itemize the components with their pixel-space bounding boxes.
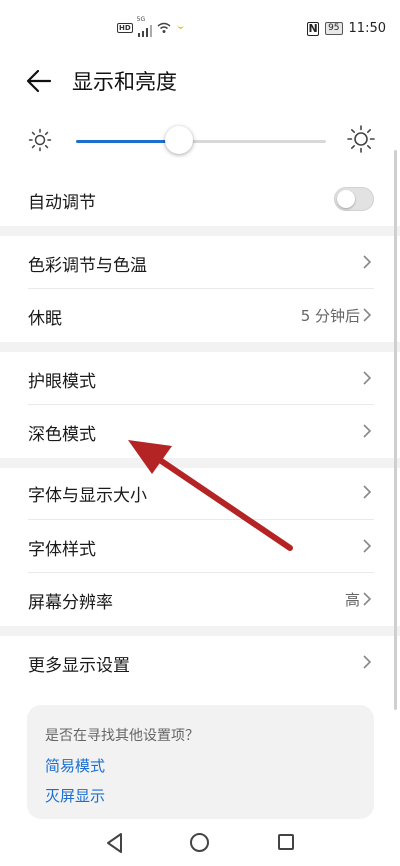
settings-item-eye-comfort[interactable]: 护眼模式: [0, 352, 400, 405]
suggestion-card: 是否在寻找其他设置项？ 简易模式 灭屏显示: [27, 705, 374, 819]
clock: 11:50: [348, 21, 386, 36]
brightness-thumb[interactable]: [164, 126, 193, 154]
brightness-slider[interactable]: [76, 140, 326, 143]
auto-adjust-row: 自动调节: [0, 173, 400, 226]
back-button[interactable]: [24, 66, 54, 96]
link-ambient-display[interactable]: 灭屏显示: [45, 785, 105, 806]
settings-item-font-style[interactable]: 字体样式: [0, 520, 400, 573]
nav-recent-icon[interactable]: [278, 834, 294, 850]
item-label: 屏幕分辨率: [28, 593, 113, 613]
settings-item-more-display[interactable]: 更多显示设置: [0, 636, 400, 689]
nfc-icon: N: [307, 21, 320, 36]
section-gap: [0, 342, 400, 352]
brightness-fill: [76, 140, 179, 143]
chevron-right-icon: [363, 592, 372, 606]
notification-icon: [176, 25, 184, 29]
suggestion-question: 是否在寻找其他设置项？: [45, 728, 199, 744]
hd-badge: HD: [117, 23, 133, 33]
network-label: 5G: [136, 16, 146, 23]
chevron-right-icon: [363, 371, 372, 385]
signal-icon: 5G: [137, 16, 153, 37]
status-right: N 95 11:50: [307, 21, 386, 36]
item-label: 字体与显示大小: [28, 486, 147, 506]
item-label: 更多显示设置: [28, 656, 130, 676]
resolution-value: 高: [344, 591, 360, 609]
item-label: 字体样式: [28, 540, 96, 560]
settings-item-font-size[interactable]: 字体与显示大小: [0, 466, 400, 519]
settings-item-sleep[interactable]: 休眠 5 分钟后: [0, 289, 400, 342]
nav-back-icon[interactable]: [105, 832, 125, 854]
sleep-value: 5 分钟后: [300, 307, 360, 325]
link-simple-mode[interactable]: 简易模式: [45, 755, 105, 776]
settings-item-resolution[interactable]: 屏幕分辨率 高: [0, 573, 400, 626]
auto-adjust-label: 自动调节: [28, 193, 96, 213]
status-bar: HD 5G N 95 11:50: [0, 0, 400, 58]
wifi-icon: [157, 22, 171, 33]
chevron-right-icon: [363, 424, 372, 438]
status-center-icons: HD 5G: [117, 16, 185, 37]
chevron-right-icon: [363, 308, 372, 322]
title-bar: 显示和亮度: [0, 58, 400, 106]
scrollbar[interactable]: [394, 150, 397, 710]
battery-indicator: 95: [325, 22, 343, 35]
sun-large-icon: [347, 125, 375, 153]
brightness-control: [0, 118, 400, 164]
navigation-bar: [0, 822, 400, 866]
chevron-right-icon: [363, 255, 372, 269]
page-title: 显示和亮度: [72, 70, 177, 94]
nav-home-icon[interactable]: [190, 833, 209, 852]
item-label: 护眼模式: [28, 372, 96, 392]
section-gap: [0, 226, 400, 236]
chevron-right-icon: [363, 539, 372, 553]
item-label: 休眠: [28, 309, 62, 329]
item-label: 色彩调节与色温: [28, 256, 147, 276]
chevron-right-icon: [363, 655, 372, 669]
chevron-right-icon: [363, 485, 372, 499]
section-gap: [0, 626, 400, 636]
toggle-knob: [337, 190, 355, 208]
item-label: 深色模式: [28, 425, 96, 445]
back-arrow-icon: [26, 69, 52, 93]
settings-item-color-temperature[interactable]: 色彩调节与色温: [0, 236, 400, 289]
settings-item-dark-mode[interactable]: 深色模式: [0, 405, 400, 458]
sun-small-icon: [28, 128, 52, 152]
auto-adjust-toggle[interactable]: [334, 187, 374, 211]
